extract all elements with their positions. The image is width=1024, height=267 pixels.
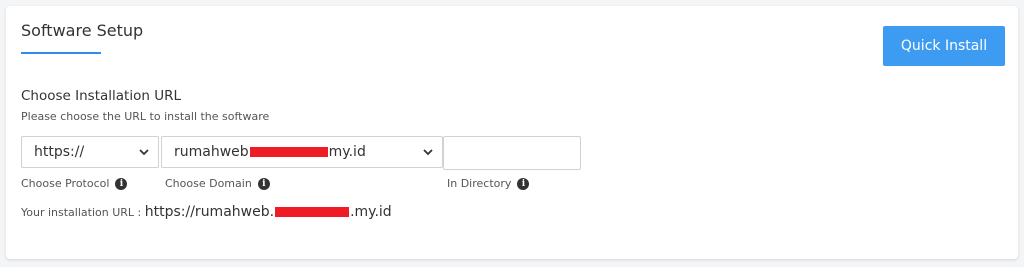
protocol-select[interactable]: https://: [21, 136, 159, 168]
redaction-mark: [275, 207, 350, 217]
directory-label-text: In Directory: [447, 177, 512, 190]
protocol-select-value: https://: [34, 144, 85, 160]
url-prefix: https://rumahweb.: [144, 204, 275, 220]
installation-url-value: https://rumahweb. .my.id: [145, 204, 392, 220]
info-icon[interactable]: i: [115, 177, 128, 190]
info-icon[interactable]: i: [257, 177, 270, 190]
quick-install-button[interactable]: Quick Install: [883, 26, 1005, 66]
domain-select-value: rumahweb my.id: [174, 144, 422, 160]
chevron-down-icon: [423, 149, 433, 156]
installation-url-label: Your installation URL :: [21, 206, 142, 219]
domain-label-text: Choose Domain: [165, 177, 252, 190]
info-icon[interactable]: i: [517, 177, 530, 190]
protocol-label: Choose Protocol i: [21, 177, 128, 190]
domain-prefix: rumahweb: [174, 144, 249, 160]
title-underline: [21, 52, 101, 54]
installation-url-heading: Choose Installation URL: [21, 88, 181, 104]
directory-input[interactable]: [443, 136, 581, 170]
section-title: Software Setup: [21, 21, 144, 40]
directory-label: In Directory i: [447, 177, 530, 190]
redaction-mark: [249, 147, 328, 157]
domain-label: Choose Domain i: [165, 177, 270, 190]
chevron-down-icon: [139, 149, 149, 156]
installation-url-result: Your installation URL : https://rumahweb…: [21, 204, 392, 220]
domain-suffix: my.id: [328, 144, 366, 160]
protocol-label-text: Choose Protocol: [21, 177, 110, 190]
software-setup-card: Software Setup Quick Install Choose Inst…: [6, 6, 1018, 259]
installation-url-description: Please choose the URL to install the sof…: [21, 110, 270, 123]
url-suffix: .my.id: [350, 204, 392, 220]
domain-select[interactable]: rumahweb my.id: [161, 136, 443, 168]
